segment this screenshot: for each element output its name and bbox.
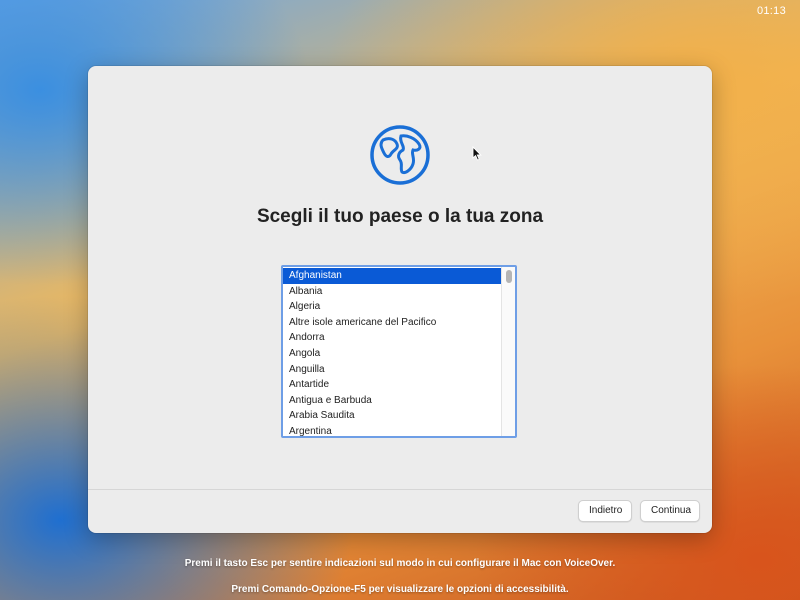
continue-button[interactable]: Continua xyxy=(640,500,700,522)
country-list-item[interactable]: Antigua e Barbuda xyxy=(283,393,501,409)
list-scrollbar[interactable] xyxy=(501,267,515,436)
country-list[interactable]: Afghanistan Albania Algeria Altre isole ame… xyxy=(283,268,501,436)
voiceover-hint: Premi il tasto Esc per sentire indicazio… xyxy=(184,558,616,569)
globe-icon xyxy=(370,125,430,185)
mouse-pointer-icon xyxy=(472,146,482,161)
country-list-item[interactable]: Albania xyxy=(283,284,501,300)
country-list-item[interactable]: Antartide xyxy=(283,377,501,393)
footer-divider xyxy=(88,489,712,490)
country-list-item[interactable]: Angola xyxy=(283,346,501,362)
menubar-clock: 01:13 xyxy=(756,5,786,17)
country-listbox[interactable]: Afghanistan Albania Algeria Altre isole ame… xyxy=(281,265,517,438)
setup-assistant-dialog: Scegli il tuo paese o la tua zona Afghan… xyxy=(88,66,712,533)
country-list-item[interactable]: Arabia Saudita xyxy=(283,408,501,424)
country-list-item[interactable]: Afghanistan xyxy=(283,268,501,284)
page-title: Scegli il tuo paese o la tua zona xyxy=(256,206,544,227)
country-list-item[interactable]: Andorra xyxy=(283,330,501,346)
country-list-item[interactable]: Anguilla xyxy=(283,362,501,378)
country-list-item[interactable]: Algeria xyxy=(283,299,501,315)
accessibility-hint: Premi Comando-Opzione-F5 per visualizzar… xyxy=(231,584,569,595)
back-button[interactable]: Indietro xyxy=(578,500,632,522)
country-list-item[interactable]: Altre isole americane del Pacifico xyxy=(283,315,501,331)
list-scrollbar-thumb[interactable] xyxy=(506,270,512,283)
country-list-item[interactable]: Argentina xyxy=(283,424,501,436)
